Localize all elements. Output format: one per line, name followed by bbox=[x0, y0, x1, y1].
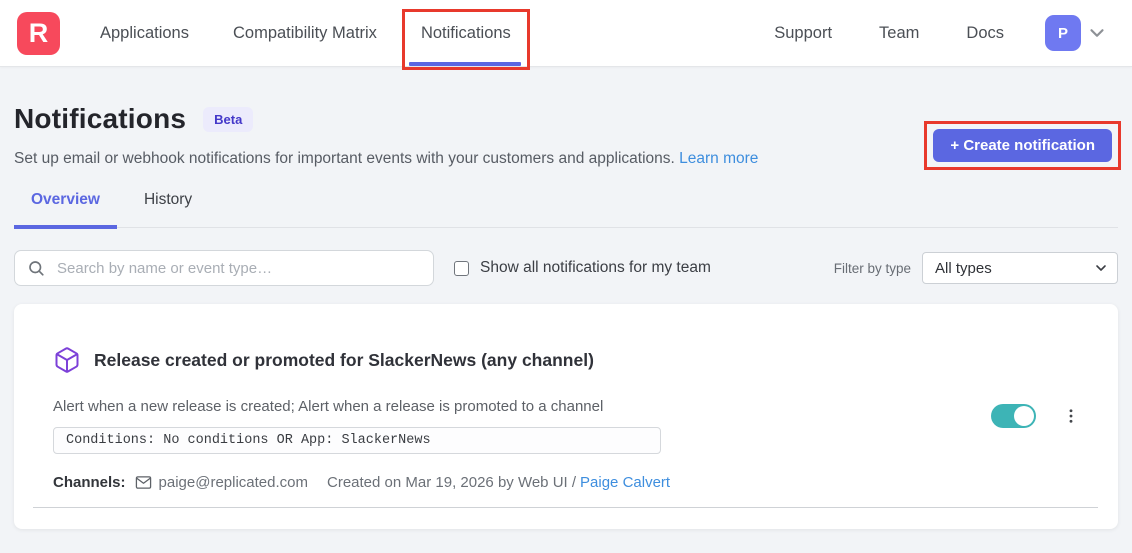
filter-by-type-label: Filter by type bbox=[834, 261, 911, 276]
nav-item-compatibility-matrix[interactable]: Compatibility Matrix bbox=[233, 0, 377, 67]
nav-item-support[interactable]: Support bbox=[774, 0, 832, 67]
search-input[interactable] bbox=[14, 250, 434, 286]
top-nav: R Applications Compatibility Matrix Noti… bbox=[0, 0, 1132, 67]
avatar[interactable]: P bbox=[1045, 15, 1081, 51]
package-icon bbox=[53, 346, 81, 374]
notification-card-content: Release created or promoted for SlackerN… bbox=[14, 304, 1118, 491]
main-content: + Create notification Notifications Beta… bbox=[0, 67, 1132, 529]
filter-select-wrap: All types bbox=[922, 252, 1118, 284]
created-by-link[interactable]: Paige Calvert bbox=[580, 474, 670, 491]
notification-description: Alert when a new release is created; Ale… bbox=[53, 398, 1079, 415]
notification-title: Release created or promoted for SlackerN… bbox=[94, 350, 594, 371]
nav-item-applications[interactable]: Applications bbox=[100, 0, 189, 67]
notification-enabled-toggle[interactable] bbox=[991, 404, 1036, 428]
nav-left-group: Applications Compatibility Matrix Notifi… bbox=[100, 0, 511, 67]
toggle-knob bbox=[1014, 406, 1034, 426]
channels-label: Channels: bbox=[53, 474, 126, 491]
beta-badge: Beta bbox=[203, 107, 253, 132]
notification-card: Release created or promoted for SlackerN… bbox=[14, 304, 1118, 529]
search-icon bbox=[27, 259, 45, 277]
nav-item-notifications-label: Notifications bbox=[421, 24, 511, 43]
user-menu[interactable]: P bbox=[1045, 15, 1108, 51]
filter-type-select[interactable]: All types bbox=[922, 252, 1118, 284]
show-all-checkbox-label: Show all notifications for my team bbox=[480, 259, 711, 277]
chevron-down-icon bbox=[1086, 22, 1108, 44]
search-box bbox=[14, 250, 434, 286]
tab-history[interactable]: History bbox=[127, 191, 209, 227]
create-notification-button[interactable]: + Create notification bbox=[933, 129, 1112, 162]
nav-item-team[interactable]: Team bbox=[879, 0, 919, 67]
nav-right-group: Support Team Docs P bbox=[774, 0, 1108, 67]
channel-email: paige@replicated.com bbox=[159, 474, 308, 491]
notification-title-row: Release created or promoted for SlackerN… bbox=[53, 346, 1079, 374]
red-annotation-box-create: + Create notification bbox=[924, 121, 1121, 170]
replicated-logo[interactable]: R bbox=[17, 12, 60, 55]
active-nav-underline bbox=[409, 62, 521, 66]
card-divider bbox=[33, 507, 1098, 508]
nav-item-docs[interactable]: Docs bbox=[966, 0, 1004, 67]
show-all-checkbox[interactable] bbox=[454, 261, 469, 276]
tab-overview[interactable]: Overview bbox=[14, 191, 117, 227]
toolbar: Show all notifications for my team Filte… bbox=[14, 250, 1118, 286]
kebab-menu-icon[interactable] bbox=[1060, 404, 1082, 428]
notification-meta-row: Channels: paige@replicated.com Created o… bbox=[53, 474, 1079, 491]
nav-item-notifications[interactable]: Notifications bbox=[421, 0, 511, 67]
created-text: Created on Mar 19, 2026 by Web UI / bbox=[327, 474, 576, 491]
filter-group: Filter by type All types bbox=[834, 252, 1118, 284]
page-description-text: Set up email or webhook notifications fo… bbox=[14, 150, 675, 167]
notification-conditions: Conditions: No conditions OR App: Slacke… bbox=[53, 427, 661, 454]
page-title: Notifications bbox=[14, 103, 186, 135]
mail-icon bbox=[135, 474, 152, 491]
learn-more-link[interactable]: Learn more bbox=[679, 150, 758, 167]
tab-bar: Overview History bbox=[14, 191, 1118, 228]
